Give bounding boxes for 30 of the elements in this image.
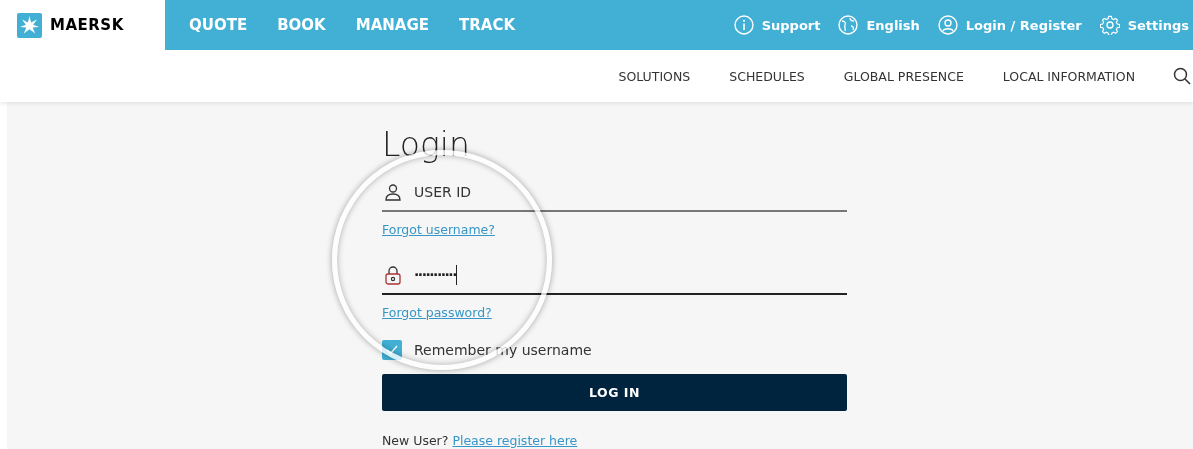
nav-link[interactable]: BOOK xyxy=(277,16,341,34)
forgot-username-link[interactable]: Forgot username? xyxy=(382,222,495,237)
sub-nav-link[interactable]: GLOBAL PRESENCE xyxy=(843,68,964,84)
person-icon xyxy=(384,183,402,201)
user-id-field[interactable]: USER ID xyxy=(414,184,847,200)
nav-link[interactable]: MANAGE xyxy=(355,16,444,34)
forgot-password-link[interactable]: Forgot password? xyxy=(382,305,492,320)
utility-link[interactable]: Login / Register xyxy=(937,15,1082,35)
utility-link[interactable]: Support xyxy=(733,15,821,35)
lock-icon xyxy=(384,265,402,285)
register-link[interactable]: Please register here xyxy=(452,433,578,448)
remember-label: Remember my username xyxy=(414,342,592,358)
utility-link[interactable]: English xyxy=(838,15,920,35)
sub-nav-link[interactable]: SOLUTIONS xyxy=(618,68,691,84)
info-icon xyxy=(733,15,754,35)
globe-icon xyxy=(838,15,859,35)
utility-link[interactable]: Settings xyxy=(1099,15,1189,35)
user-icon xyxy=(937,15,958,35)
new-user-text: New User? xyxy=(382,433,449,448)
sub-nav-link[interactable]: LOCAL INFORMATION xyxy=(1002,68,1135,84)
star-logo-icon xyxy=(17,12,42,38)
search-icon[interactable] xyxy=(1173,67,1191,85)
nav-link[interactable]: TRACK xyxy=(459,16,531,34)
log-in-button[interactable]: LOG IN xyxy=(382,374,847,411)
sub-nav-link[interactable]: SCHEDULES xyxy=(729,68,805,84)
password-field[interactable]: ··········· xyxy=(382,257,847,295)
settings-icon xyxy=(1099,15,1120,35)
nav-link[interactable]: QUOTE xyxy=(189,16,263,34)
login-title: Login xyxy=(382,124,471,166)
brand-name: MAERSK xyxy=(50,16,124,34)
